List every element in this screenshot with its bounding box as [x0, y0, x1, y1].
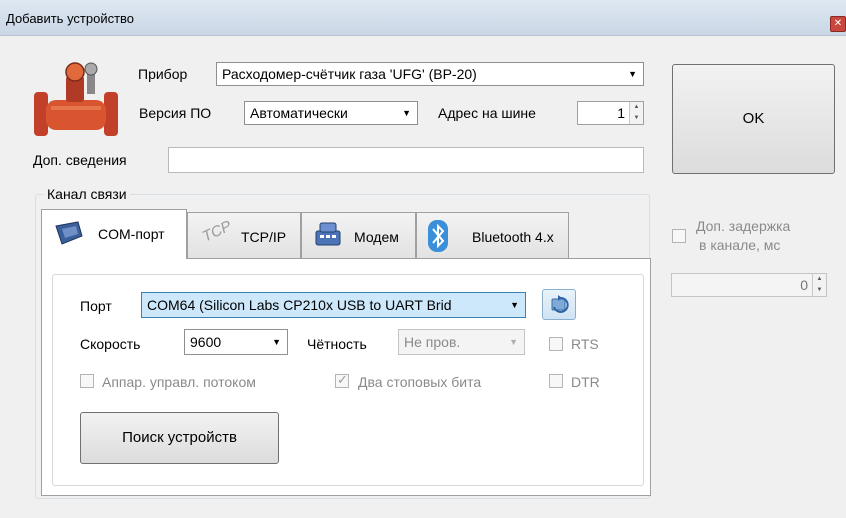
tab-tcp-ip[interactable]: TCP TCP/IP: [187, 212, 301, 258]
chevron-down-icon: ▼: [272, 337, 281, 347]
extra-info-input[interactable]: [168, 147, 644, 173]
spin-down-icon[interactable]: ▼: [630, 113, 643, 124]
chevron-down-icon: ▼: [510, 300, 519, 310]
extra-info-label: Доп. сведения: [33, 152, 127, 168]
spin-up-icon[interactable]: ▲: [630, 102, 643, 113]
speed-select[interactable]: 9600 ▼: [184, 329, 288, 355]
tab-bluetooth[interactable]: Bluetooth 4.x: [416, 212, 569, 258]
flow-control-checkbox[interactable]: [80, 374, 94, 388]
ok-button[interactable]: OK: [672, 64, 835, 174]
tab-com-port[interactable]: COM-порт: [41, 209, 187, 259]
two-stop-bits-checkbox[interactable]: [335, 372, 349, 388]
tcp-icon: TCP: [199, 217, 235, 246]
firmware-select-value: Автоматически: [250, 105, 348, 121]
speed-select-value: 9600: [190, 334, 222, 350]
tab-com-port-label: COM-порт: [98, 226, 165, 242]
title-bar: Добавить устройство ✕: [0, 0, 846, 36]
firmware-label: Версия ПО: [139, 105, 212, 121]
tab-tcp-ip-label: TCP/IP: [241, 229, 287, 245]
bus-address-label: Адрес на шине: [438, 105, 536, 121]
speed-label: Скорость: [80, 336, 141, 352]
tab-modem-label: Модем: [354, 229, 399, 245]
extra-delay-checkbox[interactable]: [672, 229, 686, 243]
tab-modem[interactable]: Модем: [301, 212, 416, 258]
device-label: Прибор: [138, 66, 188, 82]
refresh-button[interactable]: [542, 289, 576, 320]
chevron-down-icon: ▼: [509, 337, 518, 347]
tab-bluetooth-label: Bluetooth 4.x: [472, 229, 554, 245]
firmware-select[interactable]: Автоматически ▼: [244, 101, 418, 125]
modem-icon: [315, 222, 341, 246]
two-stop-bits-label: Два стоповых бита: [358, 374, 482, 390]
bluetooth-icon: [428, 220, 448, 252]
device-select[interactable]: Расходомер-счётчик газа 'UFG' (ВР-20) ▼: [216, 62, 644, 86]
parity-select-value: Не пров.: [404, 334, 461, 350]
window-title: Добавить устройство: [6, 11, 135, 26]
device-select-value: Расходомер-счётчик газа 'UFG' (ВР-20): [222, 66, 477, 82]
spin-up-icon[interactable]: ▲: [813, 274, 826, 285]
port-select[interactable]: COM64 (Silicon Labs CP210x USB to UART B…: [141, 292, 526, 318]
close-icon[interactable]: ✕: [830, 16, 846, 32]
channel-group-title: Канал связи: [44, 186, 130, 202]
port-label: Порт: [80, 298, 112, 314]
dtr-label: DTR: [571, 374, 600, 390]
parity-select[interactable]: Не пров. ▼: [398, 329, 525, 355]
extra-delay-value: 0: [800, 277, 808, 293]
rts-checkbox[interactable]: [549, 337, 563, 351]
chevron-down-icon: ▼: [402, 108, 411, 118]
gas-flow-meter-image: [34, 62, 118, 136]
search-devices-button[interactable]: Поиск устройств: [80, 412, 279, 464]
extra-delay-label-line2: в канале, мс: [699, 237, 781, 253]
port-select-value: COM64 (Silicon Labs CP210x USB to UART B…: [147, 297, 452, 313]
rts-label: RTS: [571, 336, 599, 352]
bus-address-spinner[interactable]: 1 ▲ ▼: [577, 101, 644, 125]
parity-label: Чётность: [307, 336, 367, 352]
bus-address-value: 1: [617, 105, 625, 121]
refresh-icon: [551, 295, 569, 313]
flow-control-label: Аппар. управл. потоком: [102, 374, 256, 390]
spin-down-icon[interactable]: ▼: [813, 285, 826, 296]
extra-delay-spinner[interactable]: 0 ▲ ▼: [671, 273, 827, 297]
extra-delay-label-line1: Доп. задержка: [696, 218, 791, 234]
com-port-icon: [55, 221, 83, 245]
chevron-down-icon: ▼: [628, 69, 637, 79]
dtr-checkbox[interactable]: [549, 374, 563, 388]
